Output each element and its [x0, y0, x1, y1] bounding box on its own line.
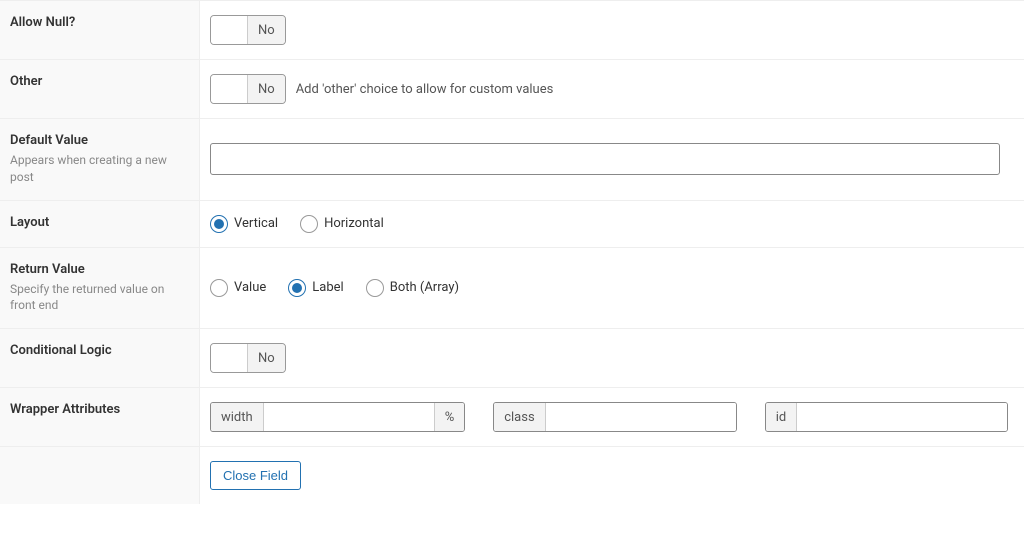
toggle-slot: [211, 75, 247, 103]
label-conditional-logic: Conditional Logic: [0, 329, 200, 387]
field-wrapper-attributes: width % class id: [200, 388, 1024, 446]
row-allow-null: Allow Null? No: [0, 0, 1024, 59]
field-footer: Close Field: [200, 447, 1024, 504]
radio-icon: [300, 215, 318, 233]
wrapper-class-input[interactable]: [546, 403, 736, 431]
field-return-value: Value Label Both (Array): [200, 248, 1024, 329]
radio-label: Both (Array): [390, 280, 459, 295]
field-conditional-logic: No: [200, 329, 1024, 387]
wrapper-class-group: class: [493, 402, 736, 432]
toggle-label-text: No: [247, 344, 285, 372]
label-desc: Appears when creating a new post: [10, 152, 189, 186]
return-value-value-radio[interactable]: Value: [210, 279, 266, 297]
row-return-value: Return Value Specify the returned value …: [0, 247, 1024, 329]
label-footer-empty: [0, 447, 200, 504]
toggle-slot: [211, 344, 247, 372]
layout-radios: Vertical Horizontal: [210, 215, 384, 233]
radio-icon: [210, 215, 228, 233]
label-wrapper-attributes: Wrapper Attributes: [0, 388, 200, 446]
label-desc: Specify the returned value on front end: [10, 281, 189, 315]
label-title: Other: [10, 74, 189, 89]
toggle-slot: [211, 16, 247, 44]
label-allow-null: Allow Null?: [0, 1, 200, 59]
row-other: Other No Add 'other' choice to allow for…: [0, 59, 1024, 118]
return-value-label-radio[interactable]: Label: [288, 279, 343, 297]
radio-label: Value: [234, 280, 266, 295]
return-value-radios: Value Label Both (Array): [210, 279, 459, 297]
label-title: Conditional Logic: [10, 343, 189, 358]
label-other: Other: [0, 60, 200, 118]
layout-horizontal-radio[interactable]: Horizontal: [300, 215, 384, 233]
other-desc: Add 'other' choice to allow for custom v…: [296, 82, 554, 97]
row-layout: Layout Vertical Horizontal: [0, 200, 1024, 247]
allow-null-toggle[interactable]: No: [210, 15, 286, 45]
label-title: Default Value: [10, 133, 189, 148]
default-value-input[interactable]: [210, 143, 1000, 175]
conditional-logic-toggle[interactable]: No: [210, 343, 286, 373]
radio-icon: [366, 279, 384, 297]
toggle-label-text: No: [247, 16, 285, 44]
close-field-button[interactable]: Close Field: [210, 461, 301, 490]
label-title: Layout: [10, 215, 189, 230]
field-other: No Add 'other' choice to allow for custo…: [200, 60, 1024, 118]
label-return-value: Return Value Specify the returned value …: [0, 248, 200, 329]
field-layout: Vertical Horizontal: [200, 201, 1024, 247]
radio-label: Horizontal: [324, 216, 384, 231]
return-value-both-radio[interactable]: Both (Array): [366, 279, 459, 297]
label-title: Return Value: [10, 262, 189, 277]
label-title: Wrapper Attributes: [10, 402, 189, 417]
wrapper-id-input[interactable]: [797, 403, 1007, 431]
wrapper-width-prefix: width: [211, 403, 264, 431]
radio-label: Vertical: [234, 216, 278, 231]
wrapper-width-suffix: %: [434, 403, 465, 431]
wrapper-id-prefix: id: [766, 403, 798, 431]
wrapper-id-group: id: [765, 402, 1009, 432]
toggle-label-text: No: [247, 75, 285, 103]
field-default-value: [200, 119, 1024, 200]
row-default-value: Default Value Appears when creating a ne…: [0, 118, 1024, 200]
layout-vertical-radio[interactable]: Vertical: [210, 215, 278, 233]
field-allow-null: No: [200, 1, 1024, 59]
label-layout: Layout: [0, 201, 200, 247]
row-wrapper-attributes: Wrapper Attributes width % class id: [0, 387, 1024, 446]
label-title: Allow Null?: [10, 15, 189, 30]
radio-icon: [288, 279, 306, 297]
label-default-value: Default Value Appears when creating a ne…: [0, 119, 200, 200]
wrapper-width-input[interactable]: [264, 403, 434, 431]
wrapper-class-prefix: class: [494, 403, 545, 431]
row-footer: Close Field: [0, 446, 1024, 504]
radio-label: Label: [312, 280, 343, 295]
radio-icon: [210, 279, 228, 297]
other-toggle[interactable]: No: [210, 74, 286, 104]
row-conditional-logic: Conditional Logic No: [0, 328, 1024, 387]
wrapper-width-group: width %: [210, 402, 465, 432]
